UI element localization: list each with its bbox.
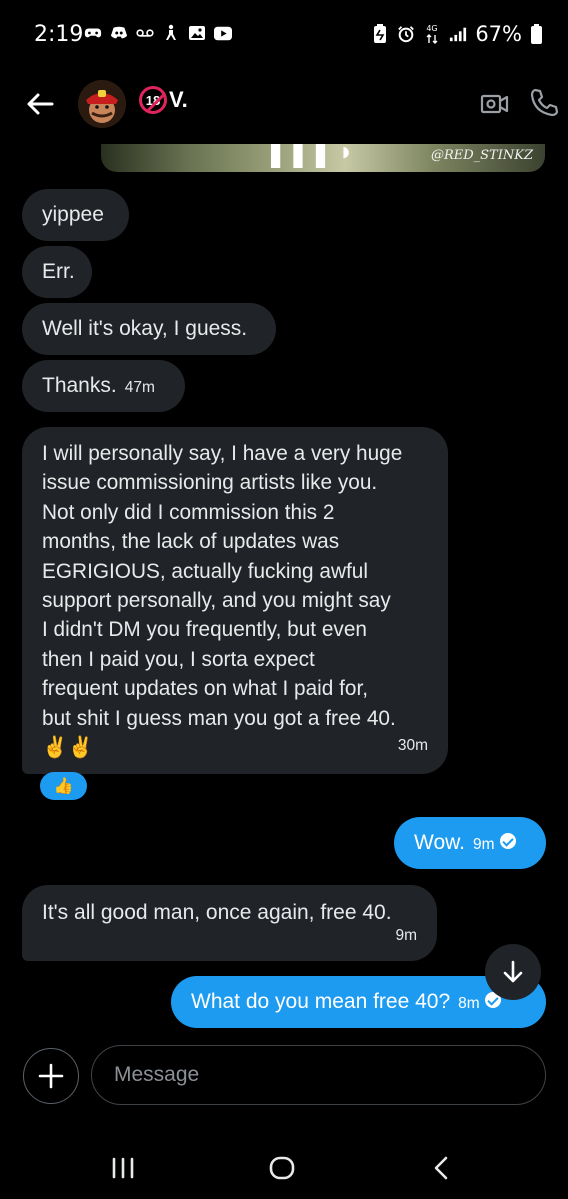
message-timestamp: 8m — [458, 995, 480, 1012]
image-attachment[interactable]: ▌▌▌◗ @RED_STINKZ — [101, 144, 545, 172]
home-icon — [269, 1156, 295, 1180]
video-call-button[interactable] — [479, 88, 511, 120]
alarm-icon — [397, 25, 415, 43]
battery-icon — [530, 24, 542, 44]
message-text: What do you mean free 40? — [191, 990, 451, 1013]
reaction-thumbs-up[interactable]: 👍 — [40, 772, 87, 800]
avatar[interactable] — [78, 80, 126, 128]
youtube-icon — [214, 24, 232, 42]
message-bubble-incoming[interactable]: It's all good man, once again, free 40. … — [22, 885, 437, 961]
no-under-18-icon: 18 — [139, 86, 167, 114]
plus-icon — [38, 1063, 64, 1089]
message-text: Wow. — [414, 831, 465, 854]
arrow-down-icon — [503, 960, 523, 983]
contact-name[interactable]: 18 V. — [139, 86, 188, 114]
scroll-to-bottom-button[interactable] — [485, 944, 541, 1000]
recent-apps-button[interactable] — [103, 1152, 143, 1184]
status-time: 2:19 — [34, 22, 84, 47]
status-bar: 2:19 4G 67% — [0, 0, 568, 70]
message-bubble-incoming[interactable]: Thanks. 47m — [22, 360, 185, 412]
home-button[interactable] — [262, 1152, 302, 1184]
message-text: Well it's okay, I guess. — [42, 317, 248, 340]
gallery-icon — [188, 24, 206, 42]
system-icons: 4G 67% — [371, 22, 542, 46]
back-button[interactable] — [22, 86, 58, 122]
message-bubble-incoming[interactable]: Well it's okay, I guess. — [22, 303, 276, 355]
signal-icon — [449, 25, 467, 43]
conversation-header: 18 V. — [0, 72, 568, 136]
image-watermark: @RED_STINKZ — [430, 148, 533, 163]
voice-call-button[interactable] — [528, 86, 560, 118]
message-text: It's all good man, once again, free 40. — [42, 901, 392, 924]
image-art-lettering: ▌▌▌◗ — [271, 144, 358, 166]
message-bubble-outgoing[interactable]: Wow. 9m — [394, 817, 546, 869]
data-icon: 4G — [423, 24, 441, 44]
seen-check-icon — [499, 833, 516, 850]
video-call-icon — [480, 94, 509, 114]
age-badge-label: 18 — [145, 92, 161, 108]
thumbs-up-icon: 👍 — [53, 778, 74, 795]
message-timestamp: 9m — [472, 836, 495, 853]
message-timestamp: 30m — [397, 736, 428, 754]
message-text: yippee — [42, 203, 104, 226]
message-text: Err. — [42, 260, 75, 283]
gamepad-icon — [84, 24, 102, 42]
contact-name-text: V. — [169, 87, 188, 112]
back-nav-button[interactable] — [421, 1152, 461, 1184]
back-arrow-icon — [27, 93, 54, 115]
message-timestamp: 47m — [124, 379, 155, 396]
message-input[interactable] — [91, 1045, 546, 1105]
add-attachment-button[interactable] — [23, 1048, 79, 1104]
battery-saver-icon — [371, 24, 389, 43]
notification-icons — [84, 24, 232, 42]
back-chevron-icon — [434, 1156, 448, 1180]
message-text: Thanks. — [42, 374, 117, 397]
svg-text:4G: 4G — [427, 24, 438, 33]
message-timestamp: 9m — [395, 926, 417, 944]
recent-apps-icon — [112, 1157, 134, 1179]
phone-icon — [530, 88, 559, 117]
voicemail-icon — [136, 24, 154, 42]
battery-percent: 67% — [475, 22, 522, 46]
message-text: I will personally say, I have a very hug… — [42, 442, 403, 760]
accessibility-icon — [162, 24, 180, 42]
system-navigation-bar — [0, 1140, 568, 1199]
message-bubble-incoming[interactable]: I will personally say, I have a very hug… — [22, 427, 448, 774]
message-bubble-incoming[interactable]: yippee — [22, 189, 129, 241]
discord-icon — [110, 24, 128, 42]
message-bubble-incoming[interactable]: Err. — [22, 246, 92, 298]
